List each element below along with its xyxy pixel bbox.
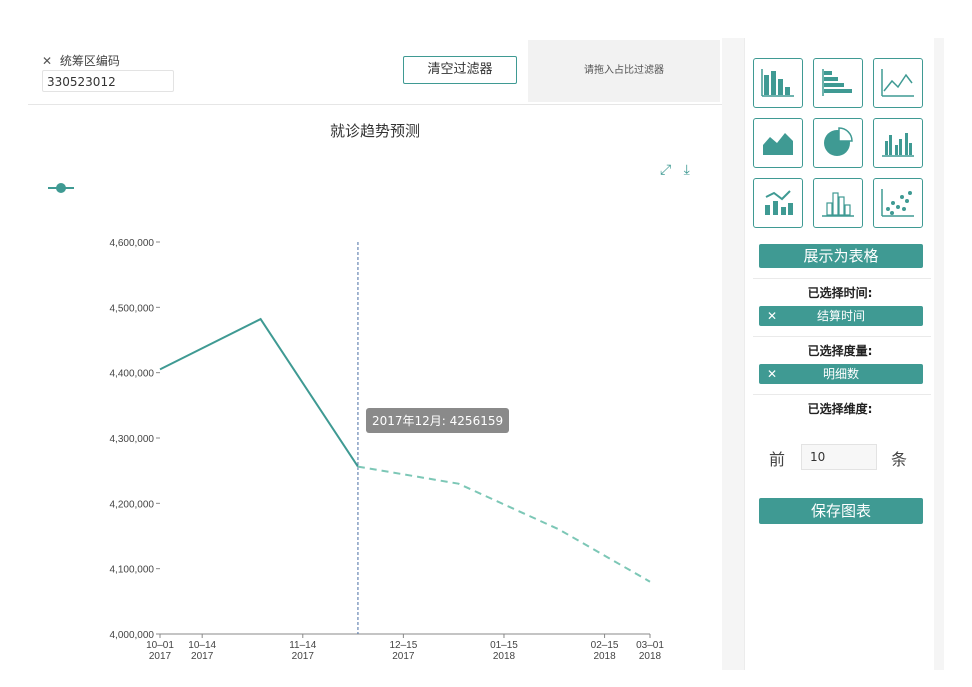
remove-measure-icon[interactable]: ✕ <box>767 364 777 384</box>
line-bar-combo-icon[interactable] <box>753 178 803 228</box>
remove-time-icon[interactable]: ✕ <box>767 306 777 326</box>
top-n-suffix: 条 <box>891 450 908 469</box>
y-tick-label: 4,400,000 <box>110 369 155 380</box>
grouped-bar-chart-icon[interactable] <box>873 118 923 168</box>
selected-dimension-label: 已选择维度: <box>807 402 873 416</box>
selected-measure-label: 已选择度量: <box>807 344 873 358</box>
save-chart-button[interactable]: 保存图表 <box>759 498 923 524</box>
time-field-chip[interactable]: ✕ 结算时间 <box>759 306 923 326</box>
divider <box>753 278 931 279</box>
chart-config-panel: 展示为表格 已选择时间: ✕ 结算时间 已选择度量: ✕ 明细数 已选择维度: … <box>744 38 935 670</box>
horizontal-bar-chart-icon[interactable] <box>813 58 863 108</box>
x-tick-label: 11–14 <box>289 640 317 651</box>
area-chart-icon[interactable] <box>753 118 803 168</box>
x-tick-year-label: 2018 <box>593 651 616 662</box>
top-n-input[interactable]: 10 <box>801 444 877 470</box>
line-chart-icon[interactable] <box>873 58 923 108</box>
x-tick-year-label: 2018 <box>493 651 516 662</box>
forecast-series-line <box>357 465 651 583</box>
histogram-icon[interactable] <box>813 178 863 228</box>
divider <box>753 394 931 395</box>
x-tick-label: 02–15 <box>591 640 619 651</box>
divider <box>753 336 931 337</box>
x-tick-label: 10–01 <box>146 640 174 651</box>
x-tick-label: 01–15 <box>490 640 518 651</box>
x-tick-year-label: 2017 <box>292 651 315 662</box>
pie-chart-icon[interactable] <box>813 118 863 168</box>
y-tick-label: 4,200,000 <box>110 499 155 510</box>
chart-workspace: ✕ 统筹区编码 330523012 清空过滤器 请拖入占比过滤器 就诊趋势预测 … <box>28 38 722 670</box>
chart-tooltip: 2017年12月: 4256159 <box>366 408 510 433</box>
panel-gutter <box>722 38 744 670</box>
line-chart: 4,000,0004,100,0004,200,0004,300,0004,40… <box>110 238 665 662</box>
y-tick-label: 4,500,000 <box>110 303 155 314</box>
actual-series-line <box>159 317 359 468</box>
time-field-value: 结算时间 <box>816 309 865 323</box>
measure-field-value: 明细数 <box>822 367 859 381</box>
scroll-gutter <box>934 38 944 670</box>
x-tick-label: 10–14 <box>188 640 216 651</box>
y-tick-label: 4,100,000 <box>110 565 155 576</box>
x-tick-year-label: 2017 <box>149 651 172 662</box>
x-tick-label: 03–01 <box>636 640 664 651</box>
bar-chart-icon[interactable] <box>753 58 803 108</box>
x-tick-label: 12–15 <box>389 640 417 651</box>
x-tick-year-label: 2018 <box>639 651 662 662</box>
show-as-table-button[interactable]: 展示为表格 <box>759 244 923 268</box>
y-tick-label: 4,600,000 <box>110 238 155 249</box>
measure-field-chip[interactable]: ✕ 明细数 <box>759 364 923 384</box>
x-tick-year-label: 2017 <box>191 651 214 662</box>
selected-time-label: 已选择时间: <box>807 286 873 300</box>
y-tick-label: 4,300,000 <box>110 434 155 445</box>
top-n-prefix: 前 <box>769 450 786 469</box>
scatter-chart-icon[interactable] <box>873 178 923 228</box>
x-tick-year-label: 2017 <box>392 651 415 662</box>
